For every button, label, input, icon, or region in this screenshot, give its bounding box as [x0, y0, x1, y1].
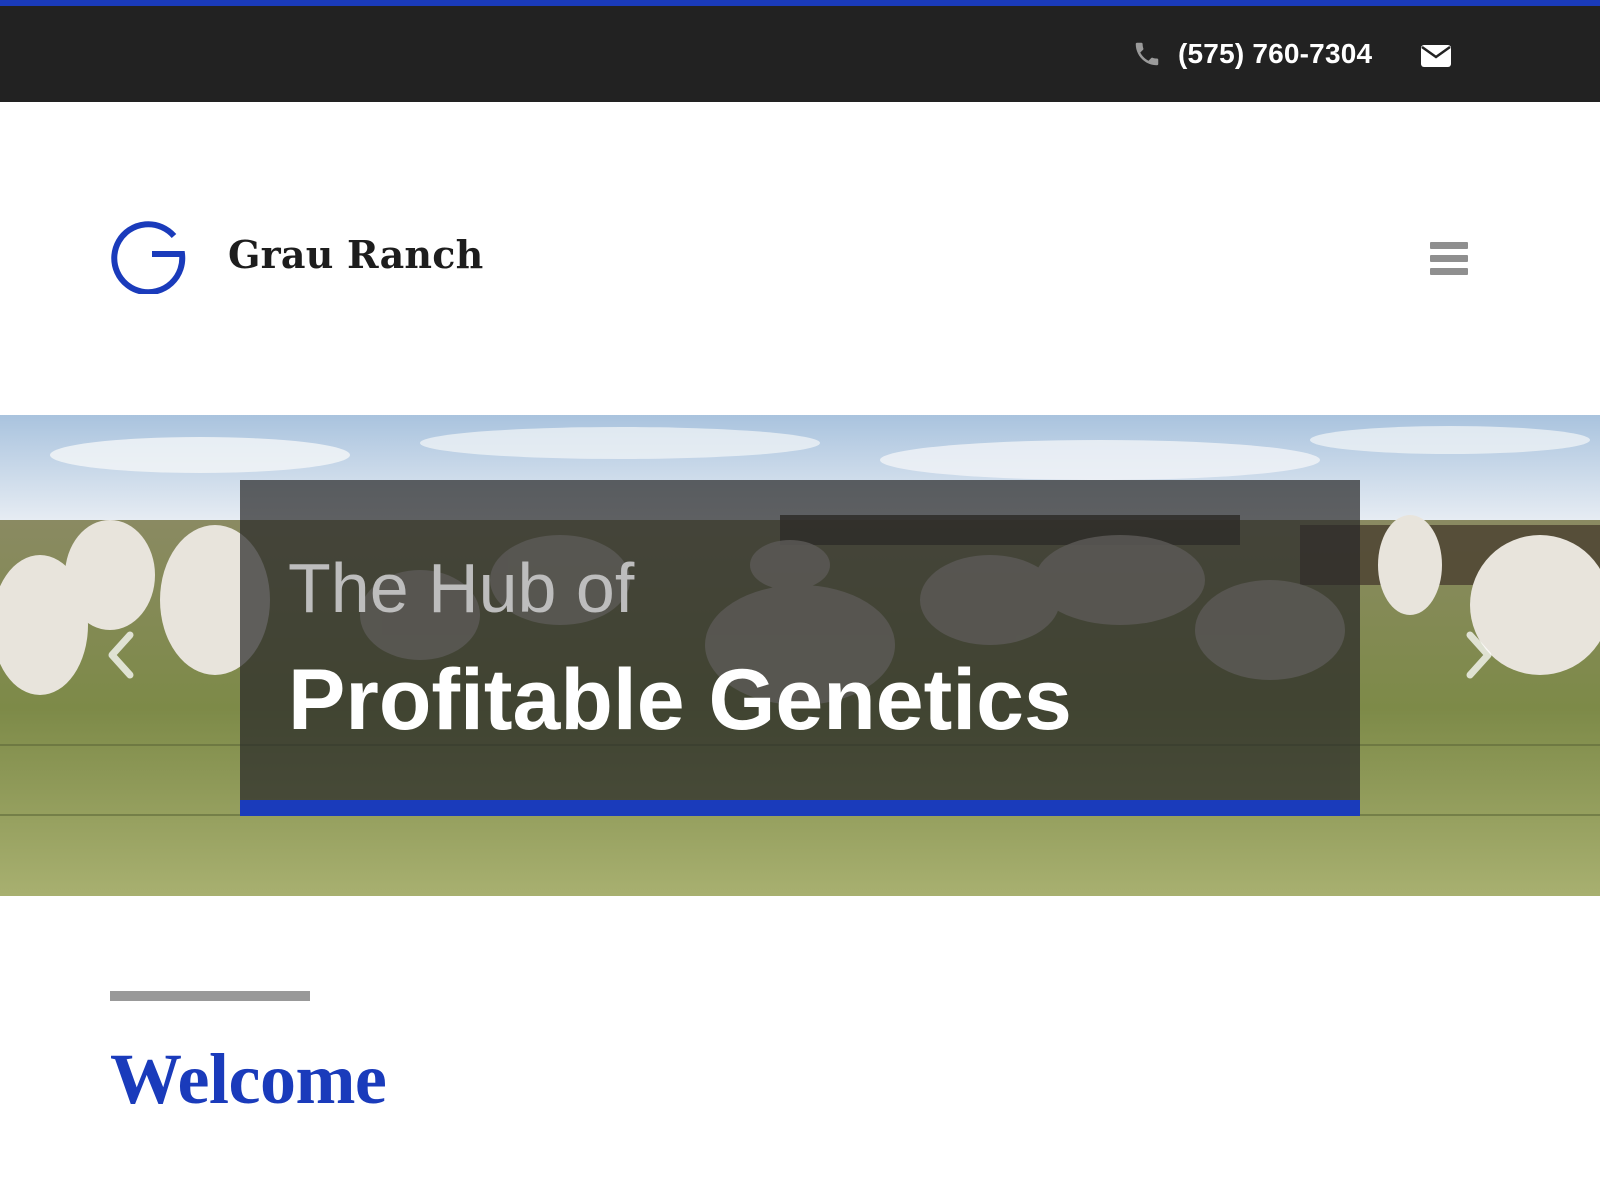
envelope-icon	[1421, 45, 1451, 67]
hero-caption-box: The Hub of Profitable Genetics	[240, 480, 1360, 800]
email-link[interactable]	[1420, 42, 1452, 70]
hero-caption-accent-bar	[240, 800, 1360, 816]
welcome-heading: Welcome	[110, 1039, 387, 1119]
hamburger-menu-icon[interactable]	[1430, 242, 1468, 276]
site-logo-link[interactable]: Grau Ranch	[108, 214, 483, 294]
section-divider	[110, 991, 310, 1001]
g-logo-icon	[111, 221, 186, 294]
site-name: Grau Ranch	[228, 231, 484, 277]
phone-link[interactable]: (575) 760-7304	[1132, 34, 1372, 74]
hero-caption-title: Profitable Genetics	[288, 652, 1072, 748]
phone-icon	[1135, 42, 1159, 66]
chevron-right-icon[interactable]	[1460, 625, 1500, 685]
hero-slider: The Hub of Profitable Genetics	[0, 415, 1600, 896]
site-header: Grau Ranch	[0, 102, 1600, 415]
chevron-left-icon[interactable]	[100, 625, 140, 685]
top-bar: (575) 760-7304	[0, 6, 1600, 102]
hero-caption-subtitle: The Hub of	[288, 549, 635, 627]
phone-number: (575) 760-7304	[1178, 38, 1373, 69]
